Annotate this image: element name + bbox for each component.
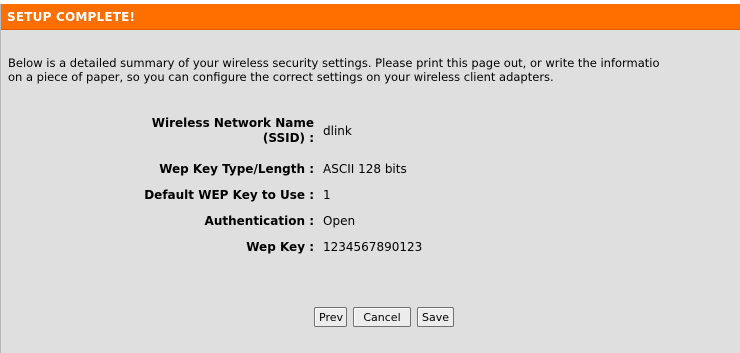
default-wep-key-value: 1 (323, 188, 331, 202)
wep-key-label: Wep Key : (246, 240, 314, 254)
title-bar: SETUP COMPLETE! (1, 4, 740, 30)
cancel-button[interactable]: Cancel (353, 307, 411, 327)
wep-key-type-label: Wep Key Type/Length : (159, 162, 314, 176)
authentication-value: Open (323, 214, 356, 228)
save-button[interactable]: Save (417, 307, 454, 327)
ssid-label-line-1: Wireless Network Name (151, 116, 314, 130)
summary-description: Below is a detailed summary of your wire… (8, 56, 740, 84)
ssid-value: dlink (323, 124, 352, 138)
authentication-label: Authentication : (204, 214, 314, 228)
ssid-label-line-2: (SSID) : (262, 131, 314, 145)
prev-button[interactable]: Prev (314, 307, 347, 327)
wep-key-value: 1234567890123 (323, 240, 423, 254)
wep-key-type-value: ASCII 128 bits (323, 162, 407, 176)
default-wep-key-label: Default WEP Key to Use : (144, 188, 314, 202)
description-line-2: on a piece of paper, so you can configur… (8, 70, 554, 84)
page-title: SETUP COMPLETE! (7, 10, 136, 24)
setup-complete-panel: SETUP COMPLETE! Below is a detailed summ… (0, 4, 740, 353)
description-line-1: Below is a detailed summary of your wire… (8, 56, 660, 70)
